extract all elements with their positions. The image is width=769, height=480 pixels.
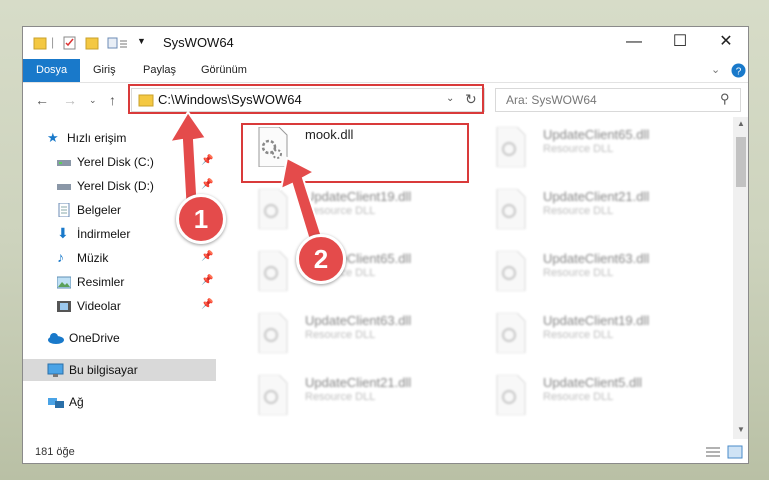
annotation-arrows [168,110,324,245]
step-1-badge: 1 [176,194,226,244]
step-2-badge: 2 [296,234,346,284]
arrow-to-file [279,156,324,245]
